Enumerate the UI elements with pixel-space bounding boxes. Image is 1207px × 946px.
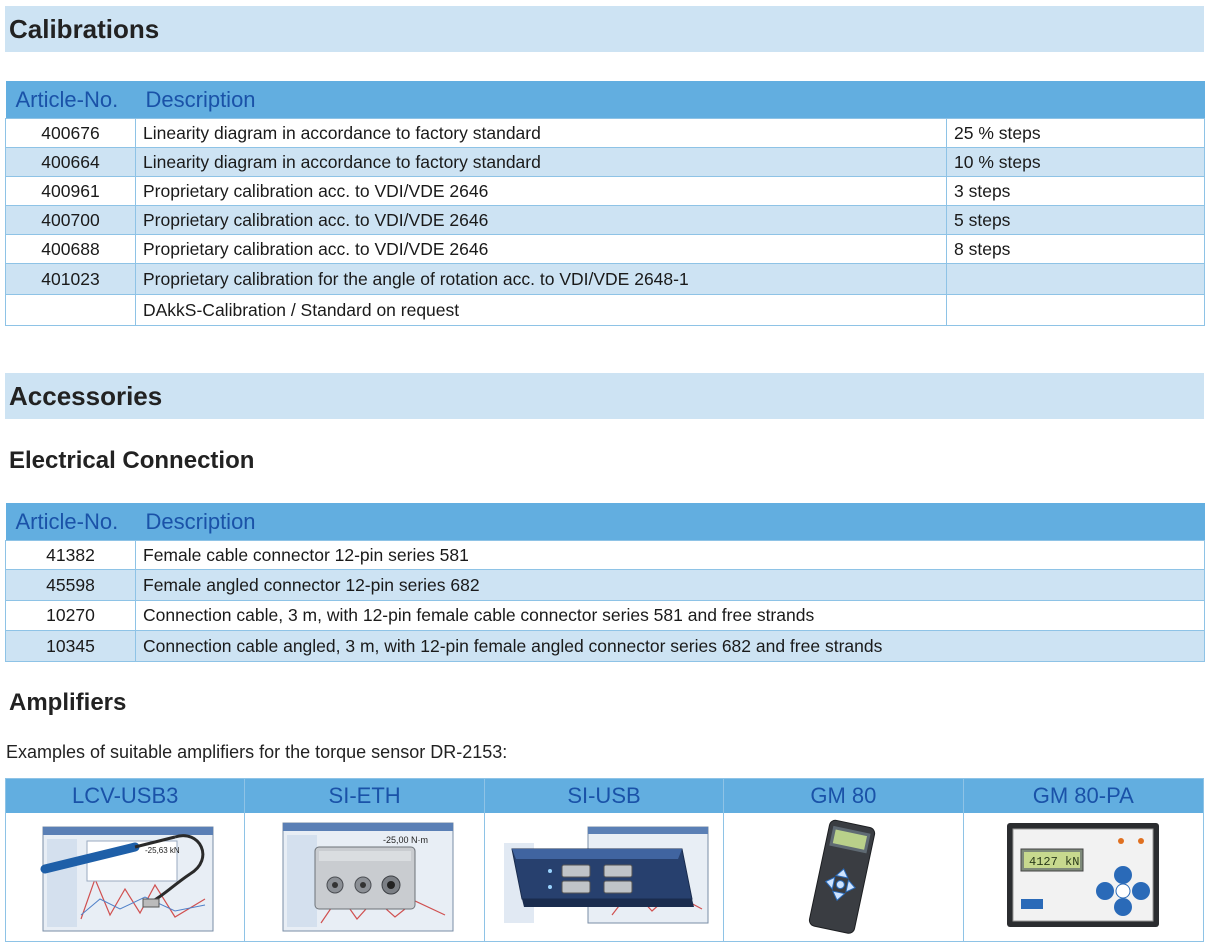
steps-cell: 3 steps xyxy=(945,176,1206,206)
description-cell: Proprietary calibration acc. to VDI/VDE … xyxy=(135,205,947,235)
lcv-usb3-product-icon: -25,63 kN xyxy=(6,813,245,941)
table-row: 400664 Linearity diagram in accordance t… xyxy=(5,147,1206,177)
article-no-cell: 41382 xyxy=(5,540,136,570)
table-row: 400961 Proprietary calibration acc. to V… xyxy=(5,176,1206,206)
amplifier-name: LCV-USB3 xyxy=(6,779,245,813)
steps-cell: 10 % steps xyxy=(945,147,1206,177)
table-row: 10270 Connection cable, 3 m, with 12-pin… xyxy=(5,600,1205,631)
article-no-cell: 400664 xyxy=(5,147,136,177)
accessories-heading: Accessories xyxy=(5,373,1204,419)
amplifiers-intro: Examples of suitable amplifiers for the … xyxy=(6,742,508,762)
description-cell: Linearity diagram in accordance to facto… xyxy=(135,147,947,177)
description-cell: Linearity diagram in accordance to facto… xyxy=(135,118,947,148)
amplifier-card-gm80: GM 80 xyxy=(724,779,964,941)
description-cell: DAkkS-Calibration / Standard on request xyxy=(135,294,947,326)
article-no-cell: 400700 xyxy=(5,205,136,235)
article-no-cell: 400688 xyxy=(5,234,136,264)
table-row: 400676 Linearity diagram in accordance t… xyxy=(5,118,1206,148)
amplifier-name: GM 80-PA xyxy=(963,779,1203,813)
si-usb-product-icon xyxy=(484,813,724,941)
amplifier-card-gm80-pa: GM 80-PA 4127 kN xyxy=(963,779,1203,941)
table-row: 45598 Female angled connector 12-pin ser… xyxy=(5,569,1205,601)
description-cell: Connection cable angled, 3 m, with 12-pi… xyxy=(135,630,1205,662)
steps-cell: 5 steps xyxy=(945,205,1206,235)
steps-cell xyxy=(945,263,1206,295)
article-no-cell: 10345 xyxy=(5,630,136,662)
description-cell: Proprietary calibration for the angle of… xyxy=(135,263,947,295)
description-cell: Connection cable, 3 m, with 12-pin femal… xyxy=(135,600,1205,631)
gm80-pa-readout: 4127 kN xyxy=(1029,855,1079,869)
article-no-cell: 401023 xyxy=(5,263,136,295)
description-cell: Female angled connector 12-pin series 68… xyxy=(135,569,1205,601)
article-no-cell xyxy=(5,294,136,326)
table-header-row: Article-No. Description xyxy=(5,81,1205,119)
lcv-readout: -25,63 kN xyxy=(145,846,180,855)
article-no-cell: 45598 xyxy=(5,569,136,601)
article-no-header: Article-No. xyxy=(5,81,136,119)
article-no-cell: 400961 xyxy=(5,176,136,206)
calibrations-heading: Calibrations xyxy=(5,6,1204,52)
table-row: 400700 Proprietary calibration acc. to V… xyxy=(5,205,1206,235)
steps-cell: 25 % steps xyxy=(945,118,1206,148)
amplifiers-heading: Amplifiers xyxy=(9,689,127,716)
gm80-product-icon xyxy=(724,813,963,941)
table-row: 41382 Female cable connector 12-pin seri… xyxy=(5,540,1205,570)
description-cell: Proprietary calibration acc. to VDI/VDE … xyxy=(135,234,947,264)
table-row: 10345 Connection cable angled, 3 m, with… xyxy=(5,630,1205,662)
amplifier-card-si-eth: SI-ETH -25,00 N·m xyxy=(245,779,485,941)
amplifier-card-si-usb: SI-USB xyxy=(484,779,725,941)
amplifier-name: SI-USB xyxy=(484,779,724,813)
description-header: Description xyxy=(135,503,1205,541)
amplifiers-grid: LCV-USB3 -25,63 kN SI-ETH -25,00 N·m SI-… xyxy=(5,778,1204,942)
article-no-header: Article-No. xyxy=(5,503,136,541)
si-eth-readout: -25,00 N·m xyxy=(383,835,428,845)
table-row: 401023 Proprietary calibration for the a… xyxy=(5,263,1206,295)
si-eth-product-icon: -25,00 N·m xyxy=(245,813,484,941)
gm80-pa-product-icon: 4127 kN xyxy=(963,813,1203,941)
amplifier-name: SI-ETH xyxy=(245,779,484,813)
steps-cell xyxy=(945,294,1206,326)
description-cell: Proprietary calibration acc. to VDI/VDE … xyxy=(135,176,947,206)
article-no-cell: 400676 xyxy=(5,118,136,148)
calibrations-table: Article-No. Description 400676 Linearity… xyxy=(5,81,1206,326)
description-header: Description xyxy=(135,81,1205,119)
article-no-cell: 10270 xyxy=(5,600,136,631)
electrical-connection-heading: Electrical Connection xyxy=(9,447,255,474)
table-row: DAkkS-Calibration / Standard on request xyxy=(5,294,1206,326)
electrical-connection-table: Article-No. Description 41382 Female cab… xyxy=(5,503,1205,662)
description-cell: Female cable connector 12-pin series 581 xyxy=(135,540,1205,570)
table-header-row: Article-No. Description xyxy=(5,503,1205,541)
table-row: 400688 Proprietary calibration acc. to V… xyxy=(5,234,1206,264)
amplifier-name: GM 80 xyxy=(724,779,963,813)
steps-cell: 8 steps xyxy=(945,234,1206,264)
amplifier-card-lcv-usb3: LCV-USB3 -25,63 kN xyxy=(6,779,246,941)
